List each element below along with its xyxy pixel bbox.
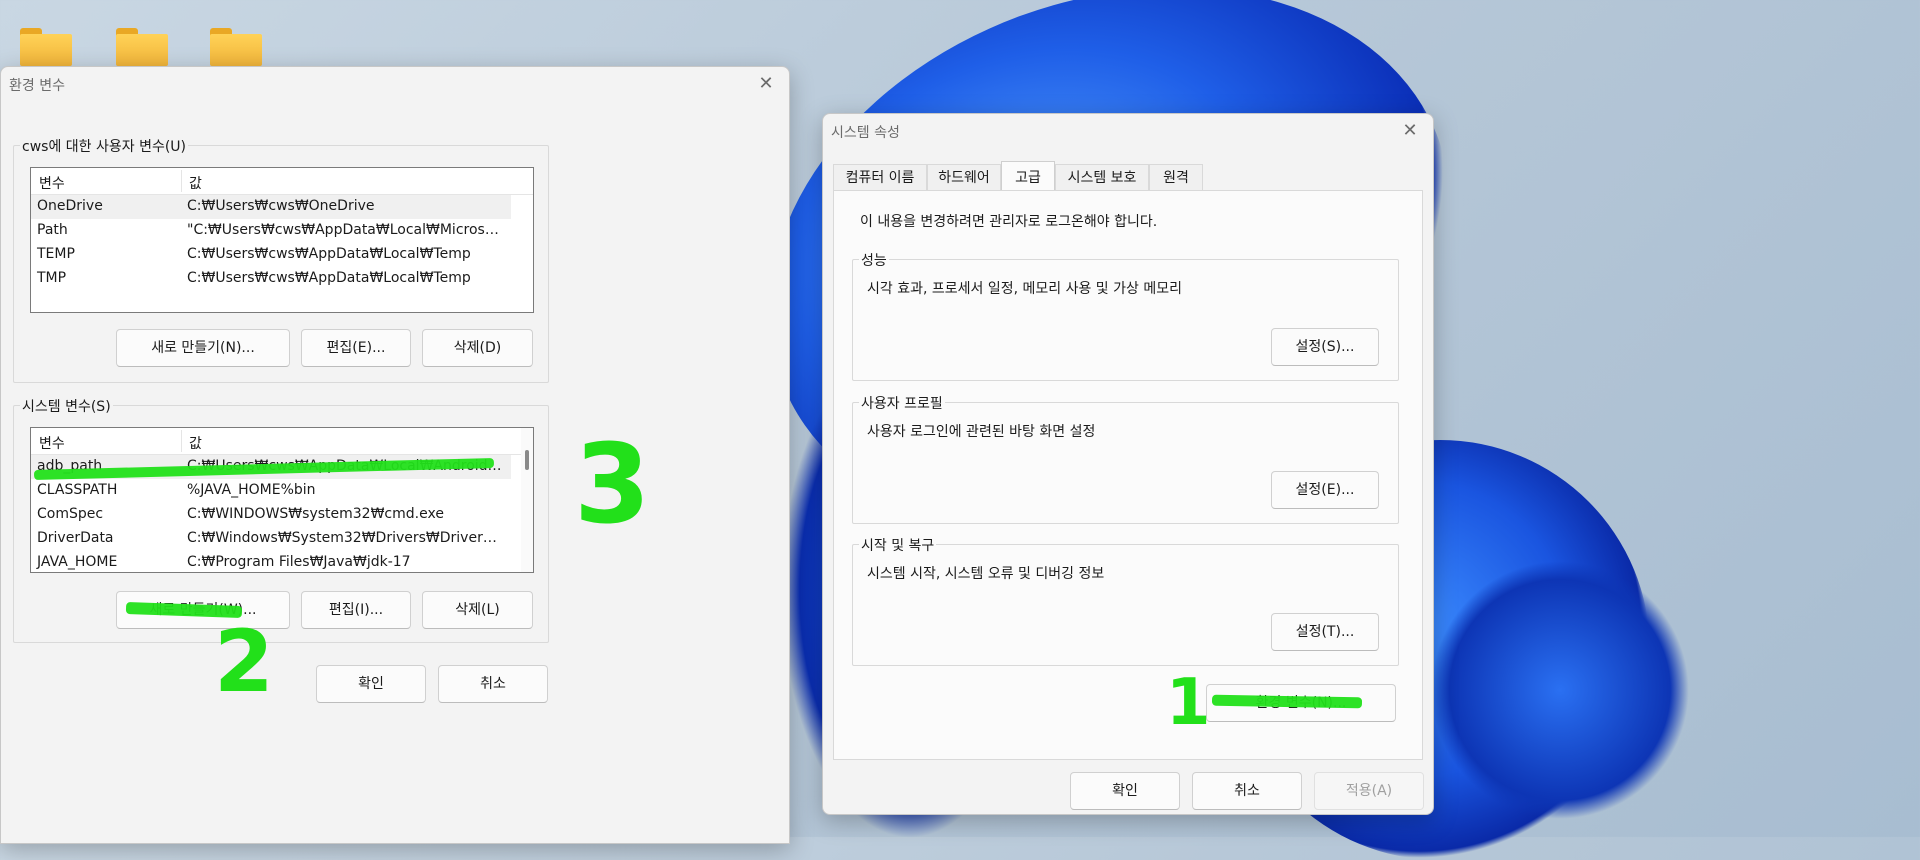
user-profile-settings-button[interactable]: 설정(E)... [1271,471,1379,509]
user-variables-list[interactable]: 변수 값 OneDrive C:₩Users₩cws₩OneDrive Path… [30,167,534,313]
var-value: C:₩WINDOWS₩system32₩cmd.exe [187,506,444,522]
performance-group: 성능 시각 효과, 프로세서 일정, 메모리 사용 및 가상 메모리 설정(S)… [852,250,1399,381]
var-name: ComSpec [37,506,104,522]
table-row[interactable]: TEMP C:₩Users₩cws₩AppData₩Local₩Temp [31,243,511,267]
scrollbar[interactable] [521,428,533,572]
table-row[interactable]: DriverData C:₩Windows₩System32₩Drivers₩D… [31,527,511,551]
table-row[interactable]: OneDrive C:₩Users₩cws₩OneDrive [31,195,511,219]
var-value: C:₩Users₩cws₩AppData₩Local₩Temp [187,270,471,286]
dialog-title: 시스템 속성 [831,125,900,141]
tab-system-protection[interactable]: 시스템 보호 [1055,164,1149,191]
folder-icon[interactable] [116,24,168,66]
user-variables-label: cws에 대한 사용자 변수(U) [20,136,189,156]
var-value: C:₩Users₩cws₩OneDrive [187,198,375,214]
tab-hardware[interactable]: 하드웨어 [927,164,1001,191]
user-profile-description: 사용자 로그인에 관련된 바탕 화면 설정 [867,424,1096,440]
column-header-value[interactable]: 값 [189,433,202,453]
table-row[interactable]: Path "C:₩Users₩cws₩AppData₩Local₩Microso… [31,219,511,243]
startup-recovery-label: 시작 및 복구 [859,535,937,555]
user-edit-button[interactable]: 편집(E)... [301,329,411,367]
var-name: CLASSPATH [37,482,118,498]
annotation-1: 1 [1166,666,1211,740]
dialog-title: 환경 변수 [9,78,65,94]
ok-button[interactable]: 확인 [316,665,426,703]
system-edit-button[interactable]: 편집(I)... [301,591,411,629]
advanced-tab-panel: 이 내용을 변경하려면 관리자로 로그온해야 합니다. 성능 시각 효과, 프로… [833,190,1423,760]
var-value: "C:₩Users₩cws₩AppData₩Local₩Microsoft₩..… [187,222,507,238]
var-value: %JAVA_HOME%bin [187,482,316,498]
wallpaper-bloom [1430,560,1690,820]
table-row[interactable]: CLASSPATH %JAVA_HOME%bin [31,479,511,503]
system-variables-list[interactable]: 변수 값 adb_path C:₩Users₩cws₩AppData₩Local… [30,427,534,573]
tab-computer-name[interactable]: 컴퓨터 이름 [833,164,927,191]
annotation-3: 3 [574,420,651,548]
system-delete-button[interactable]: 삭제(L) [422,591,533,629]
performance-description: 시각 효과, 프로세서 일정, 메모리 사용 및 가상 메모리 [867,281,1182,297]
user-profile-label: 사용자 프로필 [859,393,945,413]
performance-settings-button[interactable]: 설정(S)... [1271,328,1379,366]
close-icon[interactable]: ✕ [755,73,777,95]
column-header-value[interactable]: 값 [189,173,202,193]
environment-variables-dialog: 환경 변수 ✕ cws에 대한 사용자 변수(U) 변수 값 OneDrive … [0,66,790,844]
tab-advanced[interactable]: 고급 [1001,161,1055,192]
system-variables-label: 시스템 변수(S) [20,396,113,416]
var-name: TEMP [37,246,75,262]
column-header-variable[interactable]: 변수 [39,173,65,193]
var-value: C:₩Program Files₩Java₩jdk-17 [187,554,411,570]
folder-icon[interactable] [20,24,72,66]
var-name: DriverData [37,530,114,546]
system-properties-dialog: 시스템 속성 ✕ 컴퓨터 이름 하드웨어 고급 시스템 보호 원격 이 내용을 … [822,113,1434,815]
list-header: 변수 값 [31,168,533,195]
startup-recovery-settings-button[interactable]: 설정(T)... [1271,613,1379,651]
var-name: Path [37,222,68,238]
folder-icon[interactable] [210,24,262,66]
annotation-2: 2 [214,612,274,712]
var-name: OneDrive [37,198,103,214]
startup-recovery-group: 시작 및 복구 시스템 시작, 시스템 오류 및 디버깅 정보 설정(T)... [852,535,1399,666]
startup-recovery-description: 시스템 시작, 시스템 오류 및 디버깅 정보 [867,566,1105,582]
var-name: JAVA_HOME [37,554,118,570]
cancel-button[interactable]: 취소 [438,665,548,703]
close-icon[interactable]: ✕ [1399,120,1421,142]
user-new-button[interactable]: 새로 만들기(N)... [116,329,290,367]
scroll-thumb[interactable] [525,450,529,470]
ok-button[interactable]: 확인 [1070,772,1180,810]
var-value: C:₩Users₩cws₩AppData₩Local₩Temp [187,246,471,262]
performance-label: 성능 [859,250,889,270]
user-profile-group: 사용자 프로필 사용자 로그인에 관련된 바탕 화면 설정 설정(E)... [852,393,1399,524]
user-delete-button[interactable]: 삭제(D) [422,329,533,367]
apply-button[interactable]: 적용(A) [1314,772,1424,810]
table-row[interactable]: TMP C:₩Users₩cws₩AppData₩Local₩Temp [31,267,511,291]
admin-notice: 이 내용을 변경하려면 관리자로 로그온해야 합니다. [860,214,1158,230]
list-header: 변수 값 [31,428,533,455]
column-header-variable[interactable]: 변수 [39,433,65,453]
table-row[interactable]: ComSpec C:₩WINDOWS₩system32₩cmd.exe [31,503,511,527]
var-value: C:₩Windows₩System32₩Drivers₩DriverData [187,530,507,546]
cancel-button[interactable]: 취소 [1192,772,1302,810]
tab-remote[interactable]: 원격 [1149,164,1203,191]
var-name: TMP [37,270,67,286]
table-row[interactable]: JAVA_HOME C:₩Program Files₩Java₩jdk-17 [31,551,511,572]
